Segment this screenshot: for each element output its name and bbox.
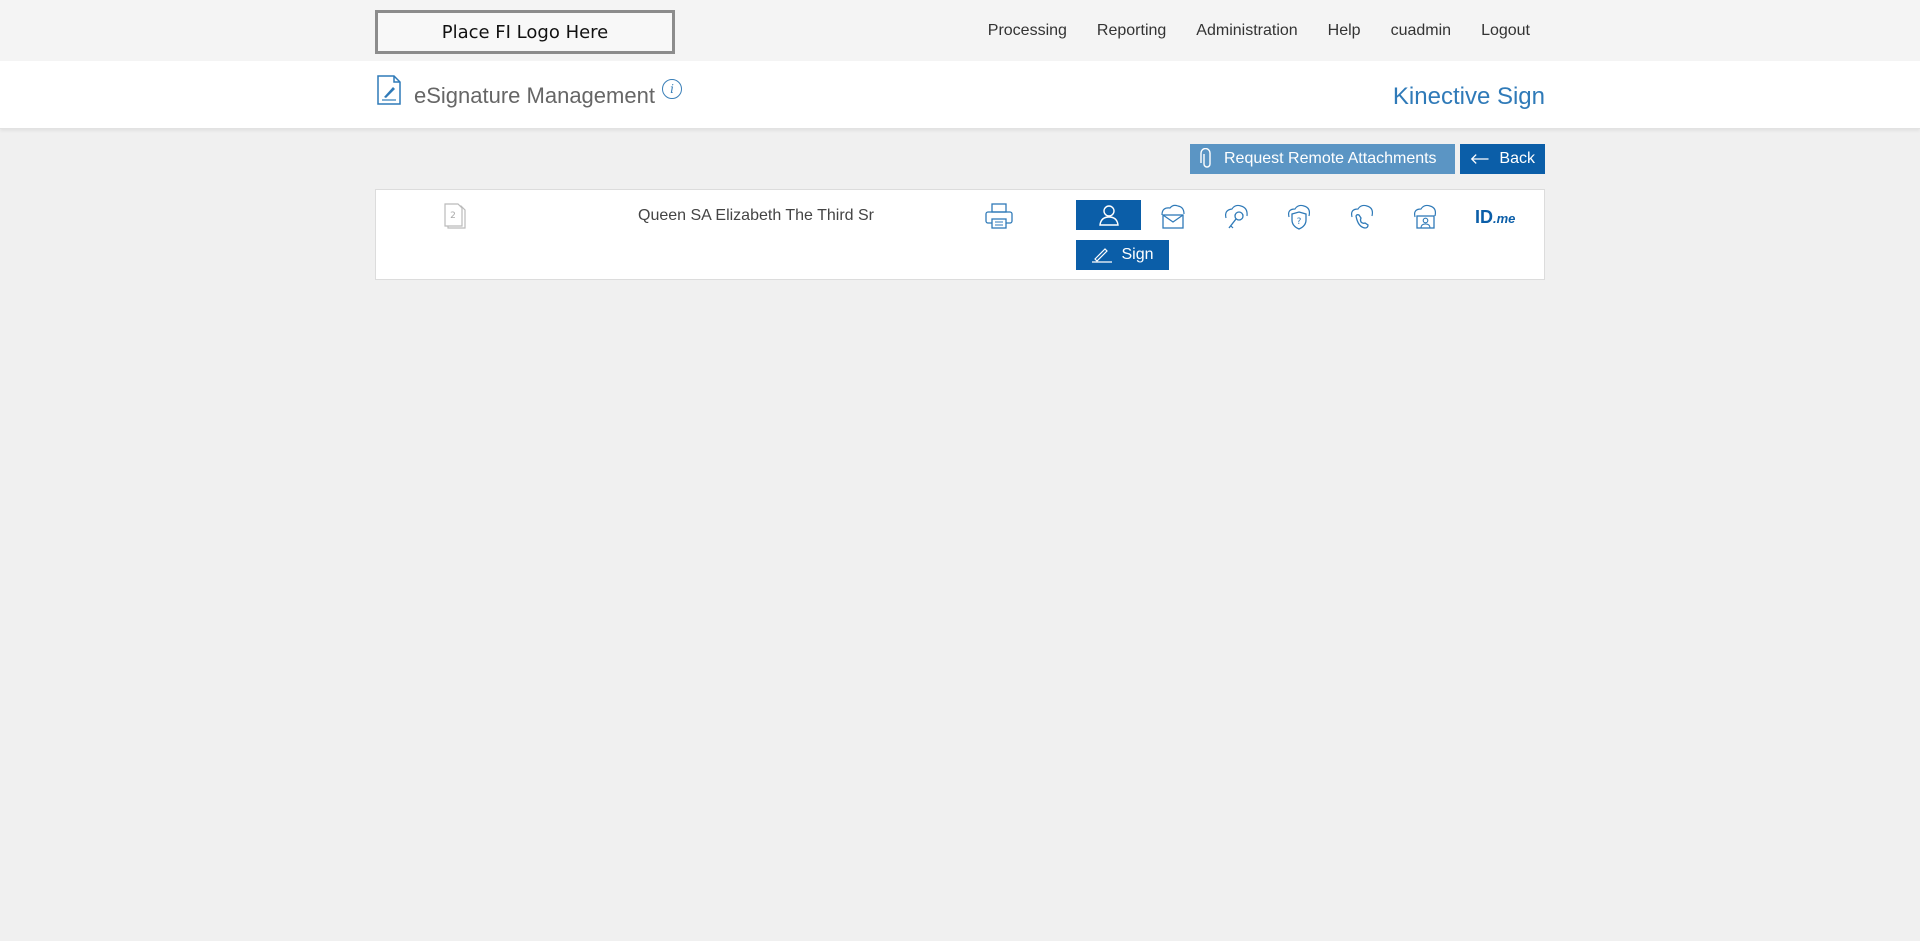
idme-logo[interactable]: ID.me xyxy=(1475,207,1515,228)
top-bar: Place FI Logo Here Processing Reporting … xyxy=(0,0,1920,61)
pen-icon xyxy=(1092,248,1113,263)
document-count: 2 xyxy=(450,211,456,221)
documents-count-icon: 2 xyxy=(444,203,466,229)
paperclip-icon xyxy=(1200,148,1211,168)
request-remote-attachments-button[interactable]: Request Remote Attachments xyxy=(1190,144,1455,174)
signer-name: Queen SA Elizabeth The Third Sr xyxy=(638,207,874,224)
back-button-label: Back xyxy=(1499,150,1535,167)
sign-button[interactable]: Sign xyxy=(1076,240,1169,270)
back-button[interactable]: Back xyxy=(1460,144,1545,174)
id-verification-icon[interactable] xyxy=(1410,202,1440,232)
main-nav: Processing Reporting Administration Help… xyxy=(958,22,1530,40)
nav-processing[interactable]: Processing xyxy=(988,22,1067,40)
brand-title: Kinective Sign xyxy=(1392,83,1545,110)
phone-icon[interactable] xyxy=(1347,202,1377,232)
kba-icon[interactable] xyxy=(1221,202,1251,232)
attach-button-label: Request Remote Attachments xyxy=(1224,150,1437,167)
page-title: eSignature Management xyxy=(414,83,655,108)
fi-logo-placeholder[interactable]: Place FI Logo Here xyxy=(375,10,675,54)
in-person-auth-button[interactable] xyxy=(1076,200,1141,230)
print-icon[interactable] xyxy=(984,202,1014,230)
nav-reporting[interactable]: Reporting xyxy=(1097,22,1166,40)
arrow-left-icon xyxy=(1470,154,1489,164)
signer-panel: 2 Queen SA Elizabeth The Third Sr ? ID.m… xyxy=(375,189,1545,280)
svg-text:?: ? xyxy=(1297,217,1302,227)
nav-administration[interactable]: Administration xyxy=(1196,22,1297,40)
nav-user[interactable]: cuadmin xyxy=(1391,22,1451,40)
info-icon[interactable]: i xyxy=(662,79,682,99)
security-question-icon[interactable]: ? xyxy=(1284,202,1314,232)
esignature-document-icon xyxy=(377,75,401,105)
idme-suffix: .me xyxy=(1493,211,1516,226)
idme-text: ID xyxy=(1475,207,1493,227)
email-icon[interactable] xyxy=(1158,202,1188,232)
page-header: eSignature Management i Kinective Sign xyxy=(0,61,1920,129)
sign-button-label: Sign xyxy=(1121,246,1154,263)
in-person-icon xyxy=(1098,205,1119,226)
nav-logout[interactable]: Logout xyxy=(1481,22,1530,40)
nav-help[interactable]: Help xyxy=(1328,22,1361,40)
